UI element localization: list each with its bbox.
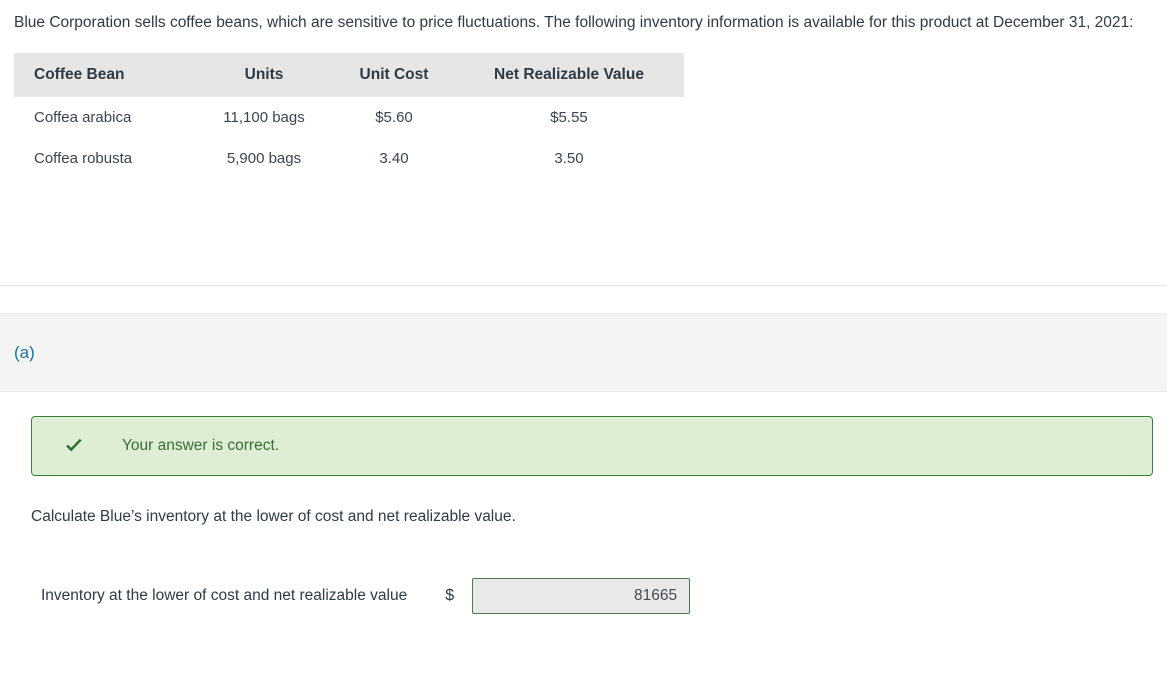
table-body: Coffea arabica 11,100 bags $5.60 $5.55 C… bbox=[14, 97, 684, 179]
column-header-net-realizable-value: Net Realizable Value bbox=[454, 53, 684, 98]
part-section-header: (a) bbox=[0, 313, 1167, 392]
cell-nrv: 3.50 bbox=[554, 150, 584, 168]
inventory-table-wrapper: Coffee Bean Units Unit Cost Net Realizab… bbox=[14, 53, 684, 179]
currency-symbol: $ bbox=[445, 587, 455, 604]
cell-nrv: $5.55 bbox=[550, 109, 588, 127]
cell-units: 5,900 bags bbox=[226, 150, 302, 168]
answer-row: Inventory at the lower of cost and net r… bbox=[41, 578, 691, 614]
section-divider bbox=[0, 285, 1167, 286]
table-header-row: Coffee Bean Units Unit Cost Net Realizab… bbox=[14, 53, 684, 98]
inventory-value-input[interactable] bbox=[472, 578, 691, 614]
column-header-units: Units bbox=[194, 53, 334, 98]
cell-units: 11,100 bags bbox=[223, 109, 305, 127]
inventory-table: Coffee Bean Units Unit Cost Net Realizab… bbox=[14, 53, 684, 179]
answer-feedback-banner: Your answer is correct. bbox=[31, 416, 1153, 476]
cell-unit-cost: $5.60 bbox=[375, 109, 413, 127]
answer-field-label: Inventory at the lower of cost and net r… bbox=[41, 587, 408, 604]
check-icon bbox=[62, 434, 86, 458]
part-label: (a) bbox=[14, 342, 35, 362]
cell-coffee-bean: Coffea arabica bbox=[34, 109, 132, 127]
feedback-message: Your answer is correct. bbox=[122, 437, 280, 454]
cell-unit-cost: 3.40 bbox=[379, 150, 409, 168]
cell-coffee-bean: Coffea robusta bbox=[34, 150, 133, 168]
column-header-unit-cost: Unit Cost bbox=[334, 53, 454, 98]
question-prompt: Blue Corporation sells coffee beans, whi… bbox=[14, 14, 1134, 31]
table-row: Coffea arabica 11,100 bags $5.60 $5.55 bbox=[14, 97, 684, 138]
table-header: Coffee Bean Units Unit Cost Net Realizab… bbox=[14, 53, 684, 98]
question-instruction: Calculate Blue’s inventory at the lower … bbox=[31, 508, 516, 525]
column-header-coffee-bean: Coffee Bean bbox=[14, 53, 194, 98]
table-row: Coffea robusta 5,900 bags 3.40 3.50 bbox=[14, 138, 684, 179]
